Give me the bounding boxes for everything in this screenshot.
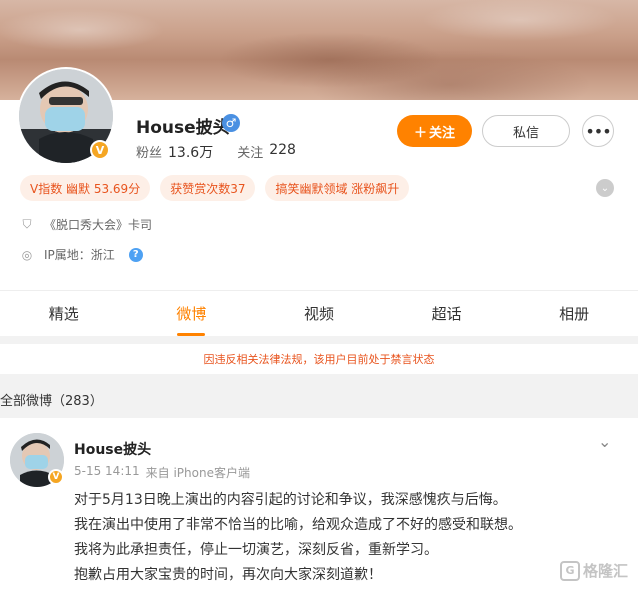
profile-name: House披头 [136, 118, 230, 138]
post-body: 对于5月13日晚上演出的内容引起的讨论和争议，我深感愧疚与后悔。 我在演出中使用… [74, 488, 634, 588]
watermark: G 格隆汇 [560, 560, 628, 581]
tab-super-topic[interactable]: 超话 [383, 291, 511, 336]
post-line: 对于5月13日晚上演出的内容引起的讨论和争议，我深感愧疚与后悔。 [74, 492, 507, 508]
location-ip-icon: ◎ [21, 247, 33, 262]
post-verified-badge-icon: V [48, 469, 64, 485]
post-menu-chevron-icon[interactable]: ⌄ [598, 432, 611, 451]
follow-button-label: 关注 [429, 125, 456, 141]
fans-label: 粉丝 [136, 146, 163, 161]
ban-notice: 因违反相关法律法规，该用户目前处于禁言状态 [0, 344, 638, 374]
post-source: 来自 iPhone客户端 [145, 466, 250, 480]
tab-album[interactable]: 相册 [510, 291, 638, 336]
shield-icon: ⛉ [22, 217, 32, 231]
more-options-button[interactable]: ••• [582, 115, 614, 147]
all-posts-title: 全部微博（283） [0, 394, 103, 409]
profile-avatar[interactable]: V [17, 67, 115, 165]
profile-tags: V指数 幽默 53.69分 获赞赏次数37 搞笑幽默领域 涨粉飙升 [20, 175, 410, 201]
profile-stats: 粉丝 13.6万 关注 228 [136, 142, 296, 162]
follow-button[interactable]: ＋ 关注 [397, 115, 472, 147]
post-line: 抱歉占用大家宝贵的时间，再次向大家深刻道歉！ [74, 567, 382, 583]
post-meta: 5-15 14:11 来自 iPhone客户端 [74, 464, 250, 481]
tag-reward-count[interactable]: 获赞赏次数37 [160, 175, 256, 201]
watermark-logo-icon: G [560, 560, 580, 581]
tag-v-index[interactable]: V指数 幽默 53.69分 [20, 175, 151, 201]
tag-field-growth[interactable]: 搞笑幽默领域 涨粉飙升 [265, 175, 410, 201]
watermark-text: 格隆汇 [583, 562, 629, 580]
info-work-text: 《脱口秀大会》卡司 [44, 218, 153, 232]
following-count[interactable]: 228 [269, 142, 296, 162]
post-author-name[interactable]: House披头 [74, 439, 151, 459]
post-card: V House披头 5-15 14:11 来自 iPhone客户端 ⌄ 对于5月… [0, 418, 638, 589]
fans-count[interactable]: 13.6万 [168, 142, 213, 162]
verified-badge-icon: V [90, 140, 110, 160]
post-line: 我将为此承担责任，停止一切演艺，深刻反省，重新学习。 [74, 542, 438, 558]
plus-icon: ＋ [413, 125, 427, 141]
tab-weibo[interactable]: 微博 [128, 291, 256, 336]
expand-chevron-icon[interactable]: ⌄ [596, 179, 614, 197]
message-button[interactable]: 私信 [482, 115, 570, 147]
info-work-row: ⛉ 《脱口秀大会》卡司 [20, 216, 152, 233]
post-line: 我在演出中使用了非常不恰当的比喻，给观众造成了不好的感受和联想。 [74, 517, 522, 533]
info-ip-row: ◎ IP属地：浙江 ? [20, 246, 143, 263]
post-date[interactable]: 5-15 14:11 [74, 464, 140, 481]
tab-featured[interactable]: 精选 [0, 291, 128, 336]
tab-video[interactable]: 视频 [255, 291, 383, 336]
info-ip-text: IP属地：浙江 [44, 248, 115, 262]
male-gender-icon: ♂ [222, 114, 240, 132]
following-label: 关注 [237, 146, 264, 161]
help-question-icon[interactable]: ? [128, 247, 143, 262]
profile-tabs: 精选 微博 视频 超话 相册 [0, 290, 638, 336]
